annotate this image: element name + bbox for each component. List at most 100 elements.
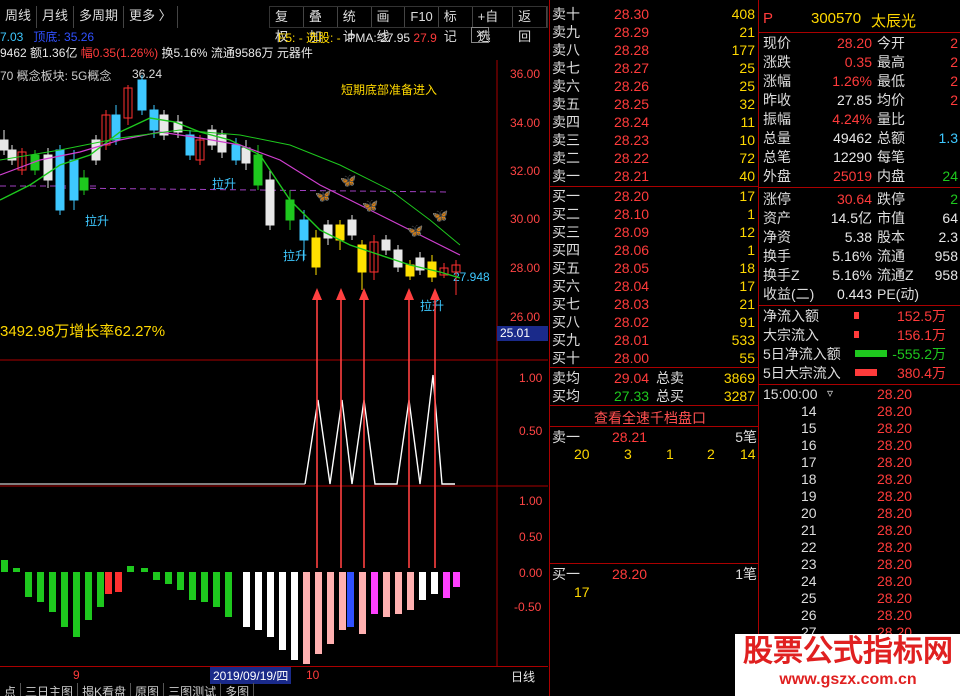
tick-second: 16 [801,437,817,453]
arrow-head [312,288,322,300]
quote-label: 收益(二) [763,286,815,302]
quote-value: 0.35 [844,54,872,70]
quote-value: 12290 [833,149,872,165]
period-toolbar: 周线 月线 多周期 更多 〉 [0,6,178,28]
flow-value: 156.1万 [896,327,946,343]
quote-label: 内盘 [877,168,905,184]
bid-row[interactable]: 买九 28.01 533 [550,331,759,350]
ask-row[interactable]: 卖一 28.21 40 [550,167,759,186]
bid-row[interactable]: 买三 28.09 12 [550,223,759,242]
ask-row[interactable]: 卖七 28.27 25 [550,59,759,78]
quote-label: 最高 [877,54,905,70]
candle-body [185,134,195,156]
quote-label: 振幅 [763,111,791,127]
ask-row[interactable]: 卖四 28.24 11 [550,113,759,132]
tick-price: 28.20 [877,420,913,436]
tab-week[interactable]: 周线 [0,6,38,28]
ask-row[interactable]: 卖九 28.29 21 [550,23,759,42]
bid-row[interactable]: 买一 28.20 17 [550,187,759,206]
tick-price: 28.20 [877,454,913,470]
ind2-axis-tick: -0.50 [514,600,542,614]
full-depth-link[interactable]: 查看全速千档盘口 [594,408,706,428]
buy1-row: 买一 28.20 1笔 [552,566,757,582]
ask-row[interactable]: 卖五 28.25 32 [550,95,759,114]
restore-rights-button[interactable]: 复权 [270,7,304,44]
lift-label: 拉升 [212,176,236,191]
f10-button[interactable]: F10 [405,7,439,27]
butterfly-icon: 🦋 [362,198,378,213]
tick-second: 21 [801,522,817,538]
flow-label: 净流入额 [763,308,819,324]
macd-bar [73,572,80,637]
quote-value: 5.16% [832,267,872,283]
draw-line-button[interactable]: 画线 [372,7,406,44]
ask-row[interactable]: 卖八 28.28 177 [550,41,759,60]
bid-row[interactable]: 买十 28.00 55 [550,349,759,368]
ask-row[interactable]: 卖六 28.26 25 [550,77,759,96]
tick-price: 28.20 [877,573,913,589]
quote-label: PE(动) [877,286,919,302]
quote-label: 涨停 [763,191,791,207]
price-axis-tick: 30.00 [510,212,541,226]
macd-bar [431,572,438,594]
macd-bar [443,572,450,598]
candle-body [405,264,415,277]
tick-second: 19 [801,488,817,504]
quote-value: 1.26% [832,73,872,89]
arrow-head [359,288,369,300]
quote-value: 64 [942,210,958,226]
close-icon[interactable]: ✕ [471,27,489,43]
date-bar: 9 2019/09/19/四 10 日线 [0,666,548,684]
flow-bar [854,331,859,338]
quote-label: 外盘 [763,168,791,184]
quote-label: 量比 [877,111,905,127]
ask-row[interactable]: 卖三 28.23 10 [550,131,759,150]
bottom-tab[interactable]: 点 [0,683,22,696]
stats-button[interactable]: 统计 [338,7,372,44]
tab-more[interactable]: 更多 〉 [124,6,178,28]
tick-second: 18 [801,471,817,487]
tick-price: 28.20 [877,471,913,487]
macd-bar [243,572,250,627]
bottom-tab[interactable]: 三日主图 [21,683,79,696]
ask-row[interactable]: 卖十 28.30 408 [550,5,759,24]
bid-row[interactable]: 买八 28.02 91 [550,313,759,332]
price-axis-tick: 26.00 [510,310,541,324]
bid-row[interactable]: 买七 28.03 21 [550,295,759,314]
quote-value: 49462 [833,130,872,146]
orderbook-panel: 卖十 28.30 408 卖九 28.29 21 卖八 28.28 177 卖七 28.27 25 卖六… [549,0,759,696]
tab-multi-period[interactable]: 多周期 [74,6,125,28]
ind1-axis-tick: 0.50 [519,424,543,438]
quote-value: 958 [934,267,958,283]
tick-price: 28.20 [877,522,913,538]
bid-row[interactable]: 买四 28.06 1 [550,241,759,260]
lift-label: 拉升 [420,298,444,313]
macd-bar [105,572,112,594]
bid-row[interactable]: 买五 28.05 18 [550,259,759,278]
bottom-tab[interactable]: 三图测试 [164,683,222,696]
tab-month[interactable]: 月线 [37,6,75,28]
macd-bar [201,572,208,602]
watermark: 股票公式指标网 www.gszx.com.cn [735,634,960,696]
macd-bar [419,572,426,600]
quote-label: 总额 [877,130,905,146]
overlay-button[interactable]: 叠加 [304,7,338,44]
ask-row[interactable]: 卖二 28.22 72 [550,149,759,168]
candle-body [347,219,357,236]
candle-body [111,114,121,141]
bid-row[interactable]: 买二 28.10 1 [550,205,759,224]
quote-value: 14.5亿 [830,210,872,226]
back-button[interactable]: 返回 [513,7,547,44]
bid-row[interactable]: 买六 28.04 17 [550,277,759,296]
divider [759,384,960,385]
indicator-info-row: 7.03 顶底: 35.26 [0,30,95,44]
kline-chart-area[interactable]: 周线 月线 多周期 更多 〉 复权 叠加 统计 画线 F10 标记 +自选 返回… [0,0,548,696]
add-watchlist-button[interactable]: +自选 [473,7,514,44]
bottom-tab[interactable]: 揭K看盘 [78,683,132,696]
bottom-tab[interactable]: 原图 [131,683,165,696]
quote-value: 28.20 [836,35,872,51]
mark-button[interactable]: 标记 [439,7,473,44]
tick-price: 28.20 [877,505,913,521]
bottom-tab[interactable]: 多图 [221,683,255,696]
chevron-down-icon[interactable]: ▿ [827,386,833,400]
